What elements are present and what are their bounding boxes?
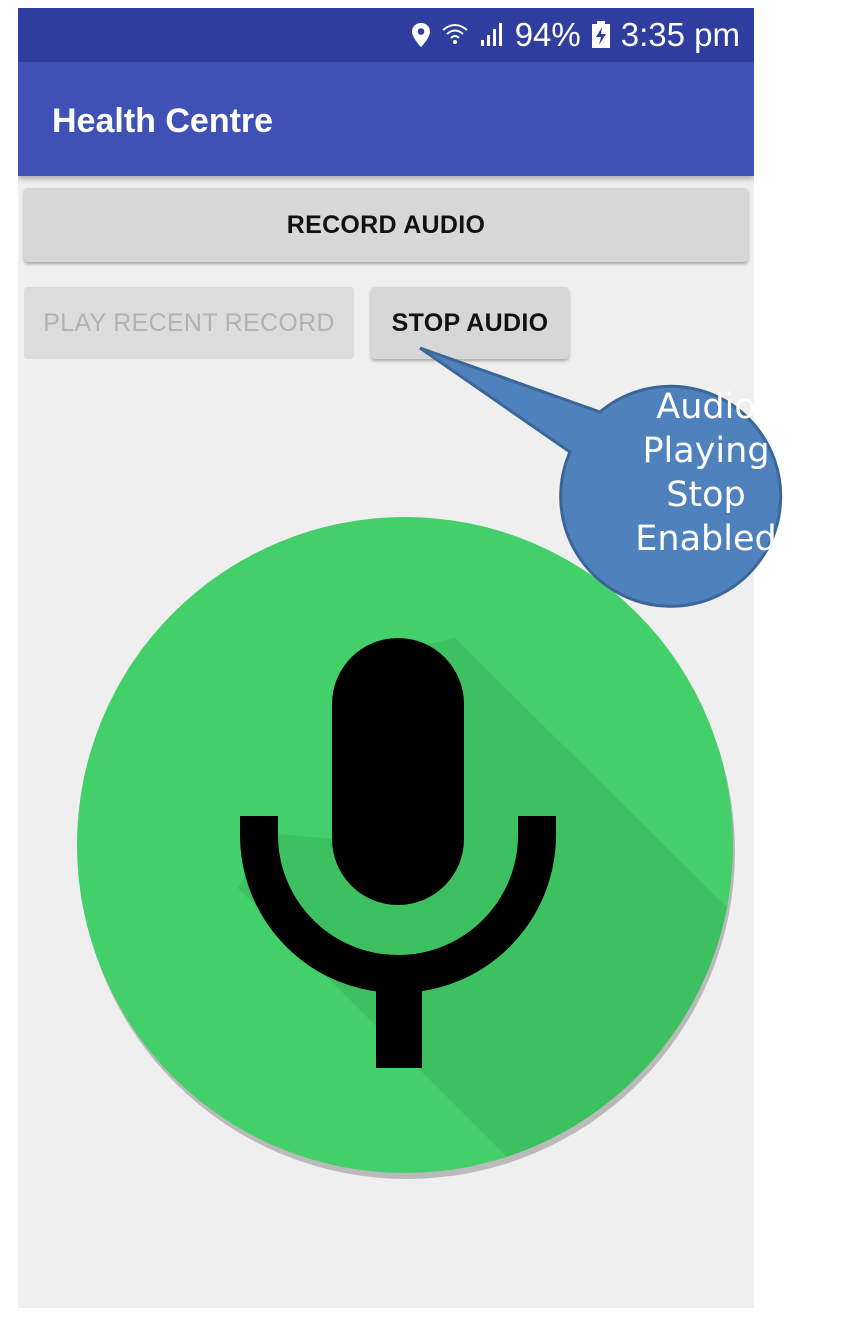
callout-line: Enabled xyxy=(635,519,777,559)
phone-screen: 94% 3:35 pm Health Centre RECORD AUDIO P… xyxy=(18,8,754,1308)
app-bar: Health Centre xyxy=(18,62,754,176)
play-recent-record-button[interactable]: PLAY RECENT RECORD xyxy=(24,287,354,359)
battery-charging-icon xyxy=(591,21,611,49)
status-time: 3:35 pm xyxy=(620,16,740,53)
record-audio-button[interactable]: RECORD AUDIO xyxy=(24,188,748,262)
callout-line: Playing xyxy=(642,431,770,471)
stop-audio-button[interactable]: STOP AUDIO xyxy=(371,287,569,359)
callout-line: Stop xyxy=(666,475,746,515)
battery-percent: 94% xyxy=(514,16,581,53)
wifi-icon xyxy=(441,22,469,48)
app-title: Health Centre xyxy=(52,102,274,140)
status-icons: 94% 3:35 pm xyxy=(411,8,740,62)
callout-line: Audio xyxy=(656,387,756,427)
location-icon xyxy=(411,22,431,48)
microphone-fab[interactable] xyxy=(63,513,748,1198)
status-bar: 94% 3:35 pm xyxy=(18,8,754,62)
callout-text: Audio Playing Stop Enabled xyxy=(628,385,784,561)
signal-icon xyxy=(479,22,505,48)
